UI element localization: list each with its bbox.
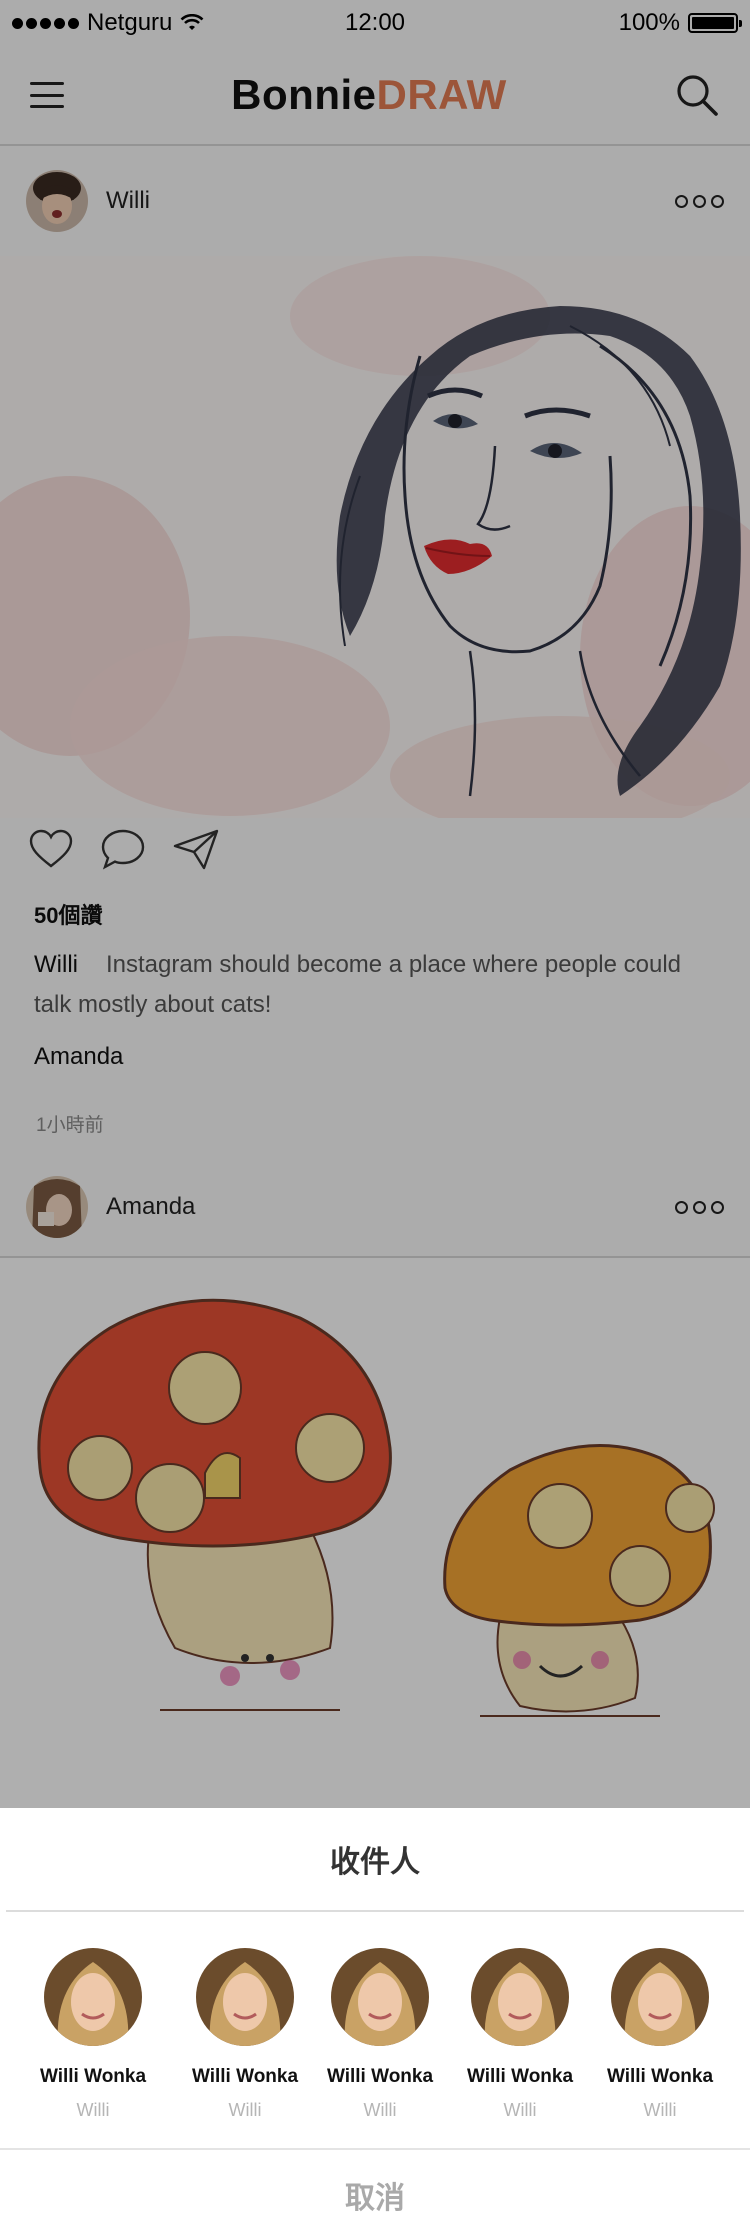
app-screen: Netguru 12:00 100% BonnieDRAW Willi 50個讚… [0, 0, 750, 2240]
cancel-button[interactable]: 取消 [0, 2150, 750, 2240]
share-sheet: 收件人 Willi Wonka Willi Willi Wonka Willi … [0, 1808, 750, 2240]
recipient-item[interactable]: Willi Wonka Willi [13, 1948, 173, 2121]
modal-backdrop[interactable] [0, 0, 750, 1808]
signal-strength-icon [12, 17, 79, 29]
recipient-handle: Willi [363, 2100, 397, 2120]
avatar [611, 1948, 709, 2046]
recipient-name: Willi Wonka [39, 2066, 147, 2087]
avatar [44, 1948, 142, 2046]
wifi-icon [180, 14, 204, 30]
battery-percent: 100% [618, 9, 680, 36]
avatar [196, 1948, 294, 2046]
sheet-title: 收件人 [330, 1846, 420, 1879]
recipient-name: Willi Wonka [326, 2066, 434, 2087]
divider [6, 1910, 744, 1912]
recipient-handle: Willi [643, 2100, 677, 2120]
status-bar: Netguru 12:00 100% [0, 0, 750, 46]
avatar [331, 1948, 429, 2046]
avatar [471, 1948, 569, 2046]
recipient-handle: Willi [503, 2100, 537, 2120]
recipient-handle: Willi [76, 2100, 110, 2120]
carrier-name: Netguru [87, 9, 173, 36]
status-right: 100% [618, 9, 742, 37]
recipient-item[interactable]: Willi Wonka Willi [580, 1948, 740, 2121]
recipient-item[interactable]: Willi Wonka Willi [300, 1948, 460, 2121]
recipient-name: Willi Wonka [466, 2066, 574, 2087]
recipient-item[interactable]: Willi Wonka Willi [440, 1948, 600, 2121]
battery-icon [688, 13, 742, 33]
recipient-name: Willi Wonka [606, 2066, 714, 2087]
status-left: Netguru [12, 9, 204, 37]
